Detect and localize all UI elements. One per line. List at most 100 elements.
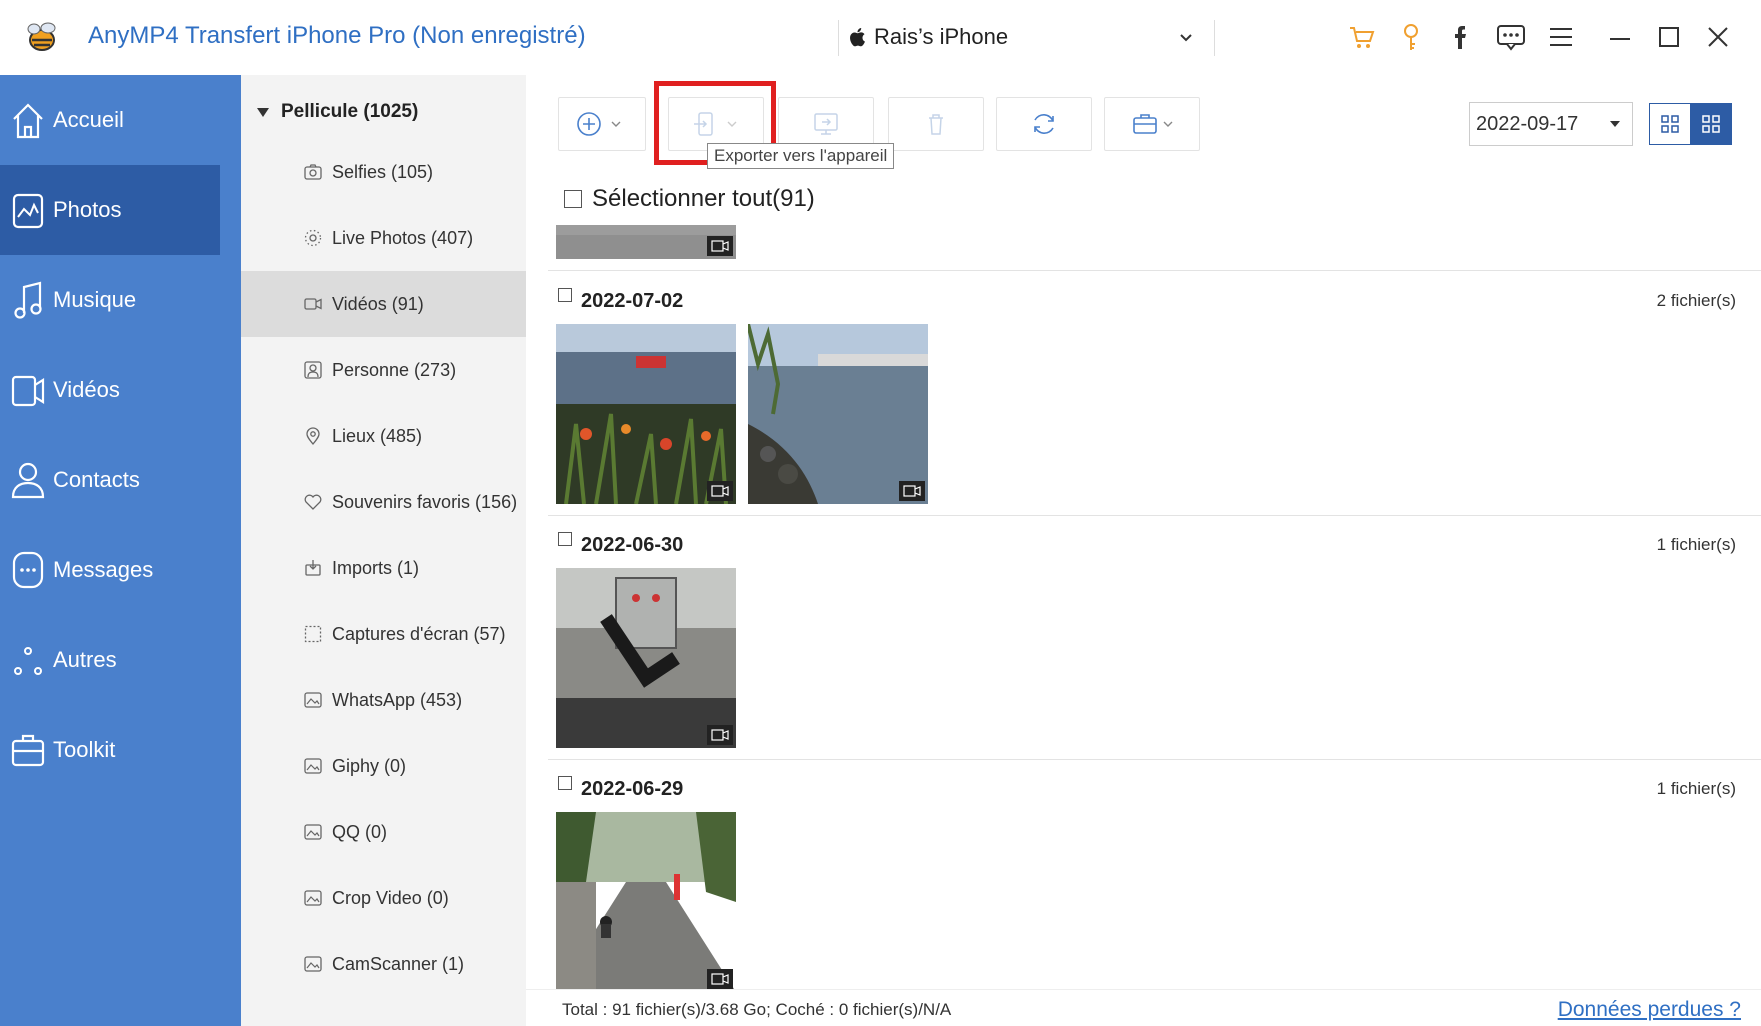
caret-down-icon <box>1610 121 1620 127</box>
facebook-icon[interactable] <box>1445 20 1479 54</box>
album-item-crop-video[interactable]: Crop Video (0) <box>241 865 526 931</box>
messages-icon <box>12 551 44 589</box>
toolbox-icon <box>1133 114 1173 134</box>
nav-item-videos[interactable]: Vidéos <box>0 345 220 435</box>
chevron-down-icon[interactable] <box>1176 28 1196 48</box>
nav-item-messages[interactable]: Messages <box>0 525 220 615</box>
grid-view-large-button[interactable] <box>1690 103 1732 145</box>
group-file-count: 2 fichier(s) <box>1656 291 1736 310</box>
group-checkbox[interactable] <box>558 532 572 546</box>
album-icon <box>304 758 322 774</box>
app-logo-icon <box>27 22 56 51</box>
main-content: Exporter vers l'appareil 2022-09-17 Séle… <box>526 75 1761 1026</box>
person-icon <box>304 361 322 379</box>
video-badge-icon <box>707 725 733 745</box>
tooltip: Exporter vers l'appareil <box>707 143 895 169</box>
caret-down-icon[interactable] <box>257 107 269 117</box>
grid-view-small-button[interactable] <box>1649 103 1691 145</box>
nav-label: Musique <box>53 287 137 312</box>
nav-item-musique[interactable]: Musique <box>0 255 220 345</box>
album-label: Personne (273) <box>332 359 457 380</box>
group-date: 2022-06-29 <box>581 778 684 800</box>
close-icon[interactable] <box>1701 20 1735 54</box>
nav-item-accueil[interactable]: Accueil <box>0 75 220 165</box>
toolbox-button[interactable] <box>1104 97 1200 151</box>
video-badge-icon <box>707 481 733 501</box>
live-photo-icon <box>304 229 322 247</box>
group-checkbox[interactable] <box>558 776 572 790</box>
album-root-label: Pellicule (1025) <box>281 101 419 122</box>
album-item-giphy[interactable]: Giphy (0) <box>241 733 526 799</box>
nav-item-photos[interactable]: Photos <box>0 165 220 255</box>
media-thumbnail[interactable] <box>556 324 736 504</box>
album-item-captures[interactable]: Captures d'écran (57) <box>241 601 526 667</box>
album-label: Vidéos (91) <box>332 293 424 314</box>
device-selector-label[interactable]: Rais’s iPhone <box>874 24 1008 50</box>
lost-data-link[interactable]: Données perdues ? <box>1558 998 1741 1022</box>
album-icon <box>304 824 322 840</box>
media-thumbnail[interactable] <box>556 225 736 259</box>
album-icon <box>304 890 322 906</box>
menu-icon[interactable] <box>1544 20 1578 54</box>
nav-label: Messages <box>53 557 154 582</box>
media-thumbnail[interactable] <box>556 568 736 748</box>
app-window: AnyMP4 Transfert iPhone Pro (Non enregis… <box>0 0 1761 1026</box>
album-item-camscanner[interactable]: CamScanner (1) <box>241 931 526 997</box>
album-icon <box>304 956 322 972</box>
key-icon[interactable] <box>1394 20 1428 54</box>
trash-icon <box>929 114 943 135</box>
delete-button[interactable] <box>888 97 984 151</box>
home-icon <box>13 103 43 139</box>
video-badge-icon <box>707 969 733 989</box>
media-thumbnail[interactable] <box>748 324 928 504</box>
nav-item-autres[interactable]: Autres <box>0 615 220 705</box>
nav-item-toolkit[interactable]: Toolkit <box>0 705 220 795</box>
album-item-whatsapp[interactable]: WhatsApp (453) <box>241 667 526 733</box>
album-label: Imports (1) <box>332 557 420 578</box>
group-date: 2022-07-02 <box>581 290 684 312</box>
refresh-button[interactable] <box>996 97 1092 151</box>
nav-label: Photos <box>53 197 122 222</box>
album-label: Lieux (485) <box>332 425 423 446</box>
album-item-souvenirs-favoris[interactable]: Souvenirs favoris (156) <box>241 469 526 535</box>
feedback-icon[interactable] <box>1494 20 1528 54</box>
group-divider <box>548 515 1761 516</box>
grid-small-icon <box>1661 115 1679 133</box>
maximize-icon[interactable] <box>1652 20 1686 54</box>
album-item-personne[interactable]: Personne (273) <box>241 337 526 403</box>
select-all[interactable]: Sélectionner tout(91) <box>564 185 815 213</box>
album-label: WhatsApp (453) <box>332 689 463 710</box>
nav-label: Autres <box>53 647 117 672</box>
group-file-count: 1 fichier(s) <box>1656 779 1736 798</box>
album-label: Live Photos (407) <box>332 227 474 248</box>
video-badge-icon <box>899 481 925 501</box>
group-divider <box>548 759 1761 760</box>
nav-label: Contacts <box>53 467 140 492</box>
date-filter-select[interactable]: 2022-09-17 <box>1469 102 1633 146</box>
add-button[interactable] <box>558 97 646 151</box>
video-album-icon <box>304 298 322 310</box>
album-root-pellicule[interactable]: Pellicule (1025) <box>251 97 418 127</box>
group-checkbox[interactable] <box>558 288 572 302</box>
minimize-icon[interactable] <box>1603 20 1637 54</box>
album-item-lieux[interactable]: Lieux (485) <box>241 403 526 469</box>
nav-label: Toolkit <box>53 737 116 762</box>
nav-item-contacts[interactable]: Contacts <box>0 435 220 525</box>
album-item-videos[interactable]: Vidéos (91) <box>241 271 526 337</box>
grid-large-icon <box>1702 115 1720 133</box>
cart-icon[interactable] <box>1345 20 1379 54</box>
album-item-live-photos[interactable]: Live Photos (407) <box>241 205 526 271</box>
album-label: Crop Video (0) <box>332 887 449 908</box>
select-all-checkbox[interactable] <box>564 190 582 208</box>
media-thumbnail[interactable] <box>556 812 736 989</box>
music-icon <box>14 281 42 319</box>
screenshot-icon <box>304 625 322 643</box>
add-icon <box>577 112 621 136</box>
album-item-imports[interactable]: Imports (1) <box>241 535 526 601</box>
selfie-icon <box>304 164 322 180</box>
media-list[interactable]: 2022-07-02 2 fichier(s) 2022-06-30 1 fic… <box>526 225 1761 989</box>
divider <box>1214 20 1215 56</box>
album-item-selfies[interactable]: Selfies (105) <box>241 139 526 205</box>
album-item-qq[interactable]: QQ (0) <box>241 799 526 865</box>
album-panel: Pellicule (1025) Selfies (105) Live Phot… <box>241 75 526 1026</box>
